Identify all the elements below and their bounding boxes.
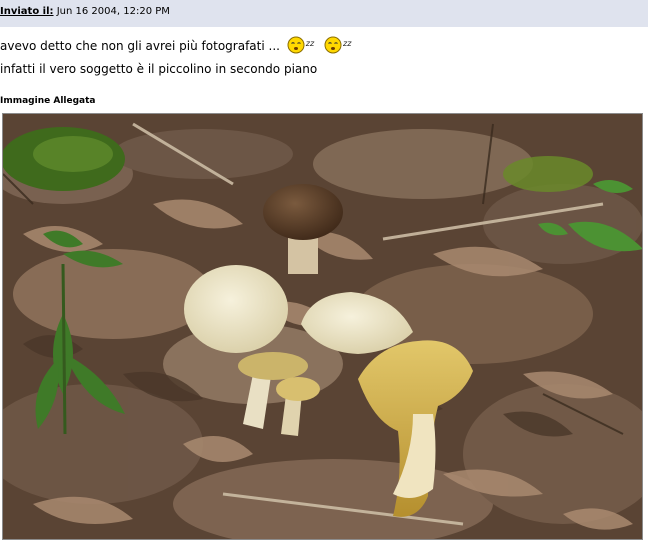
posted-date: Jun 16 2004, 12:20 PM (56, 6, 170, 17)
attached-photo[interactable] (2, 113, 643, 540)
post-line-2: infatti il vero soggetto è il piccolino … (0, 62, 318, 76)
attachment-title: Immagine Allegata (0, 96, 96, 106)
post-text-1: avevo detto che non gli avrei più fotogr… (0, 39, 280, 53)
sleeping-smiley-icon (287, 36, 305, 60)
posted-label: Inviato il: (0, 6, 54, 17)
post-body: avevo detto che non gli avrei più fotogr… (0, 34, 648, 79)
sleep-zz-text: zz (343, 39, 352, 48)
post-line-1: avevo detto che non gli avrei più fotogr… (0, 34, 648, 60)
mushroom-photo (3, 114, 642, 539)
sleep-zz-text: zz (305, 39, 315, 48)
post-header: Inviato il: Jun 16 2004, 12:20 PM (0, 0, 648, 27)
sleeping-smiley-icon (324, 36, 342, 60)
